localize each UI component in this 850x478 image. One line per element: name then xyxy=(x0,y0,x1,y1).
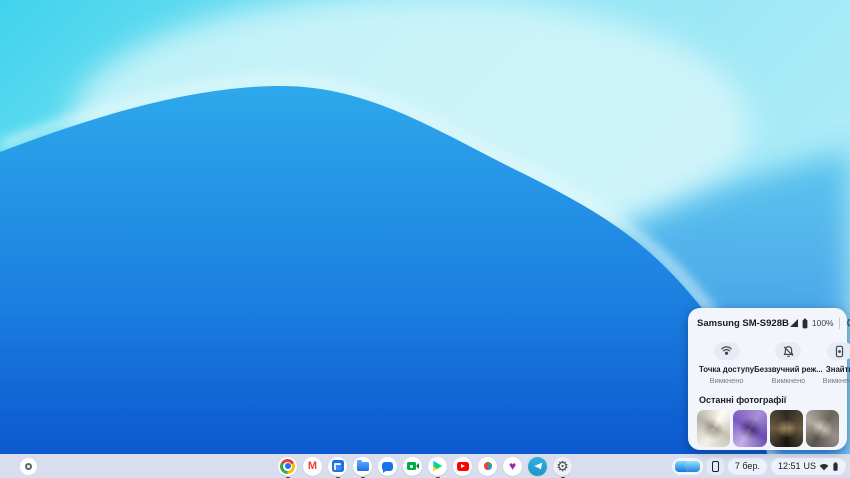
chrome-app-button[interactable] xyxy=(278,457,297,476)
phone-hub-panel: Samsung SM-S928B 100% ⚙ Точка дос xyxy=(688,308,847,450)
phone-battery-percent: 100% xyxy=(812,318,834,328)
phone-device-name: Samsung SM-S928B xyxy=(697,318,789,329)
system-tray: 7 бер. 12:51 US xyxy=(672,458,846,475)
recent-photo-thumbnail[interactable] xyxy=(733,410,766,447)
launcher-button[interactable] xyxy=(20,458,37,475)
calendar-icon xyxy=(332,460,344,472)
locate-phone-toggle[interactable]: Знайти Вимкнено xyxy=(823,342,850,385)
youtube-icon xyxy=(457,462,469,471)
date-chip[interactable]: 7 бер. xyxy=(728,458,767,475)
phone-hub-tray-button[interactable] xyxy=(707,458,724,475)
phone-status-area: 100% ⚙ xyxy=(789,317,850,329)
play-store-app-button[interactable] xyxy=(428,457,447,476)
files-icon xyxy=(357,462,369,471)
telegram-icon xyxy=(532,460,544,472)
launcher-icon xyxy=(25,463,32,470)
recent-photo-thumbnail[interactable] xyxy=(770,410,803,447)
gmail-app-button[interactable]: M xyxy=(303,457,322,476)
chrome-icon xyxy=(280,459,295,474)
status-area-chip[interactable]: 12:51 US xyxy=(771,458,846,475)
files-app-button[interactable] xyxy=(353,457,372,476)
recent-photo-thumbnail[interactable] xyxy=(806,410,839,447)
silent-mode-icon xyxy=(775,342,801,360)
youtube-app-button[interactable] xyxy=(453,457,472,476)
heart-app-icon: ♥ xyxy=(509,460,516,472)
calendar-app-button[interactable] xyxy=(328,457,347,476)
quick-actions-row: Точка доступу Вимкнено Беззвучний реж...… xyxy=(697,342,839,385)
wifi-icon xyxy=(819,462,829,471)
chat-app-button[interactable] xyxy=(378,457,397,476)
heart-app-button[interactable]: ♥ xyxy=(503,457,522,476)
chat-icon xyxy=(382,462,393,471)
silent-mode-toggle[interactable]: Беззвучний реж... Вимкнено xyxy=(754,342,823,385)
meet-icon xyxy=(407,462,419,470)
signal-icon xyxy=(789,318,799,328)
locate-phone-icon xyxy=(827,342,850,360)
recent-photo-thumbnail[interactable] xyxy=(697,410,730,447)
clock-label: 12:51 xyxy=(778,461,801,471)
locate-phone-label: Знайти xyxy=(826,365,850,374)
phone-hub-header: Samsung SM-S928B 100% ⚙ xyxy=(697,317,839,329)
gmail-icon: M xyxy=(308,461,317,472)
settings-app-button[interactable]: ⚙ xyxy=(553,457,572,476)
screenshot-thumbnail[interactable] xyxy=(685,461,700,472)
hotspot-icon xyxy=(714,342,740,360)
hotspot-status: Вимкнено xyxy=(710,376,744,385)
shelf: M xyxy=(0,454,850,478)
silent-mode-label: Беззвучний реж... xyxy=(754,365,823,374)
hotspot-toggle[interactable]: Точка доступу Вимкнено xyxy=(699,342,754,385)
phone-hub-settings-gear-icon[interactable]: ⚙ xyxy=(846,317,850,329)
tote-holding-space[interactable] xyxy=(672,458,703,475)
photos-app-button[interactable] xyxy=(478,457,497,476)
play-store-icon xyxy=(433,461,443,472)
hotspot-label: Точка доступу xyxy=(699,365,754,374)
keyboard-layout-label: US xyxy=(803,461,816,471)
date-label: 7 бер. xyxy=(735,461,760,471)
shelf-apps: M xyxy=(278,457,572,476)
battery-icon xyxy=(801,318,809,329)
battery-icon xyxy=(832,461,839,472)
recent-photos-row xyxy=(697,410,839,447)
meet-app-button[interactable] xyxy=(403,457,422,476)
locate-phone-status: Вимкнено xyxy=(823,376,850,385)
header-divider xyxy=(839,318,840,329)
telegram-app-button[interactable] xyxy=(528,457,547,476)
silent-mode-status: Вимкнено xyxy=(772,376,806,385)
recent-photos-title: Останні фотографії xyxy=(699,395,839,405)
settings-gear-icon: ⚙ xyxy=(556,459,569,473)
photos-icon xyxy=(481,459,495,473)
phone-icon xyxy=(712,461,719,472)
